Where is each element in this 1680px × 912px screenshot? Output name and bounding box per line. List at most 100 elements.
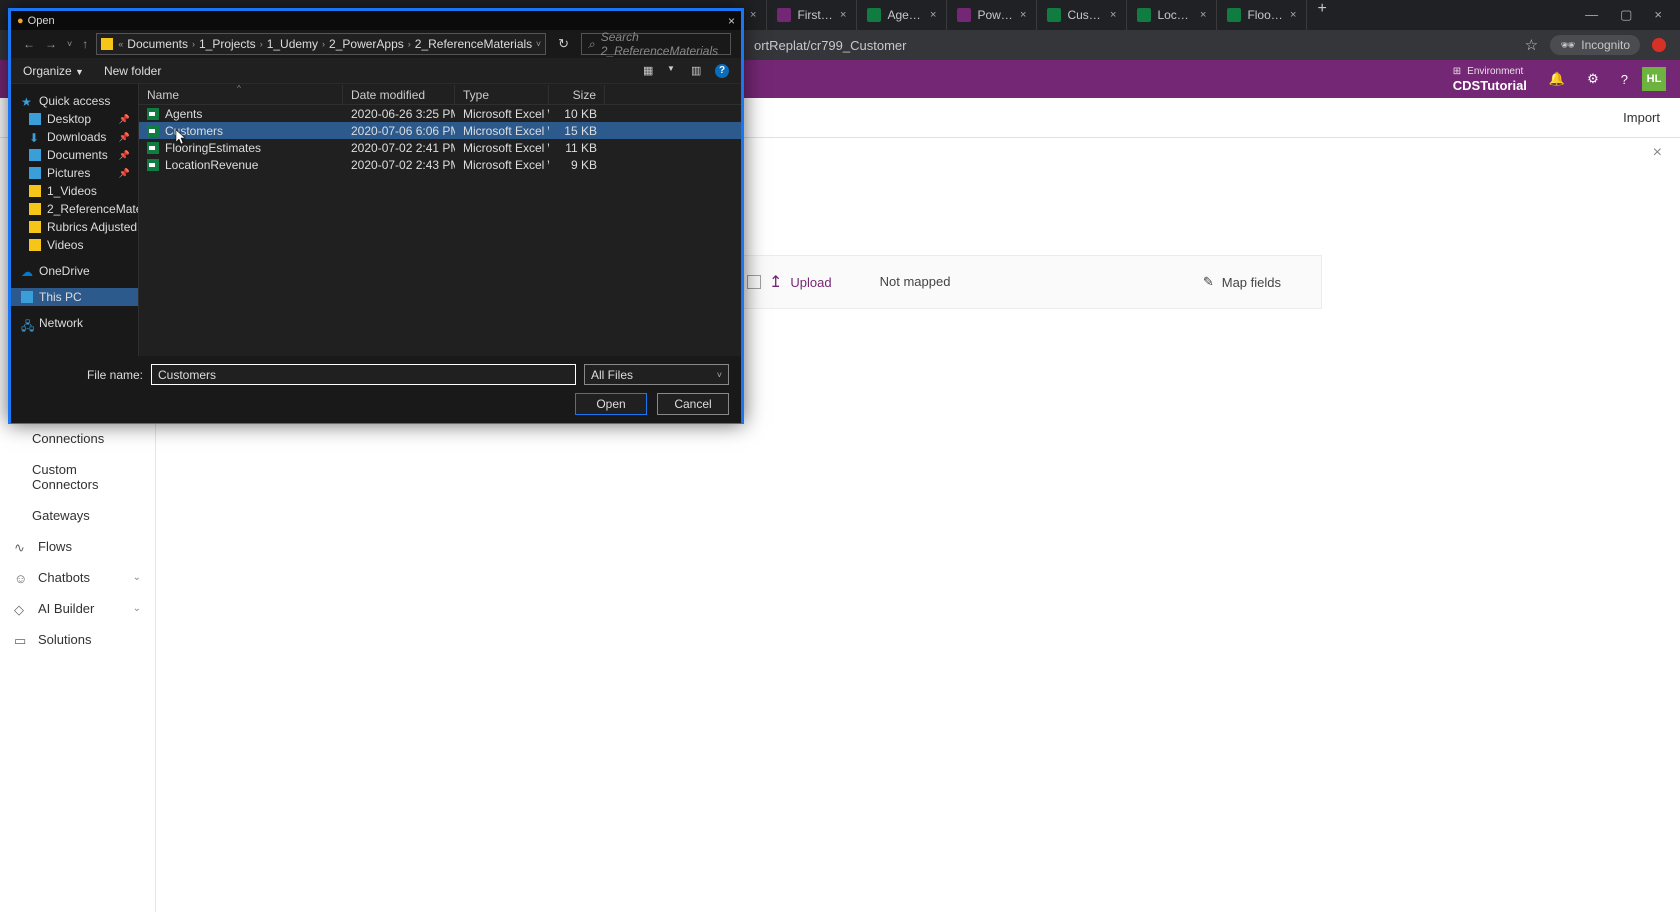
window-minimize-button[interactable]: — bbox=[1585, 7, 1598, 23]
sidebar-label: Quick access bbox=[39, 94, 110, 108]
breadcrumb-bar[interactable]: « Documents› 1_Projects› 1_Udemy› 2_Powe… bbox=[96, 33, 546, 55]
extension-icon[interactable] bbox=[1652, 38, 1666, 52]
breadcrumb-item[interactable]: 1_Udemy bbox=[264, 37, 321, 51]
sidebar-network[interactable]: 🖧Network bbox=[11, 314, 138, 332]
sidebar-label: Videos bbox=[47, 238, 83, 252]
sidebar-quick-access[interactable]: ★Quick access bbox=[11, 92, 138, 110]
browser-tab[interactable]: FlooringE × bbox=[1217, 0, 1307, 30]
nav-forward-button[interactable]: → bbox=[43, 37, 59, 51]
tab-close-icon[interactable]: × bbox=[1200, 9, 1206, 21]
downloads-icon: ⬇ bbox=[29, 131, 41, 143]
browser-tab[interactable]: FirstApp1× bbox=[767, 0, 857, 30]
breadcrumb-item[interactable]: Documents bbox=[124, 37, 191, 51]
file-row[interactable]: Agents 2020-06-26 3:25 PM Microsoft Exce… bbox=[139, 105, 741, 122]
tab-close-icon[interactable]: × bbox=[840, 9, 846, 21]
new-folder-button[interactable]: New folder bbox=[104, 64, 161, 78]
pin-icon: 📌 bbox=[119, 150, 130, 161]
onedrive-icon: ☁ bbox=[21, 265, 33, 277]
powerapps-icon bbox=[777, 8, 791, 22]
nav-chatbots[interactable]: ☺Chatbots⌄ bbox=[0, 562, 155, 593]
sidebar-folder[interactable]: 1_Videos bbox=[11, 182, 138, 200]
file-name: LocationRevenue bbox=[165, 158, 258, 172]
tab-close-icon[interactable]: × bbox=[1110, 9, 1116, 21]
upload-checkbox[interactable] bbox=[747, 275, 761, 289]
dialog-close-button[interactable]: × bbox=[728, 14, 735, 28]
window-maximize-button[interactable]: ▢ bbox=[1620, 7, 1632, 23]
file-type-filter[interactable]: All Files˅ bbox=[584, 364, 729, 385]
browser-tab[interactable]: Customer× bbox=[1037, 0, 1127, 30]
sidebar-folder[interactable]: Rubrics Adjusted bbox=[11, 218, 138, 236]
help-icon[interactable]: ? bbox=[1621, 72, 1628, 87]
browser-tab[interactable]: × bbox=[740, 0, 767, 30]
user-avatar[interactable]: HL bbox=[1642, 67, 1666, 91]
nav-gateways[interactable]: Gateways bbox=[0, 500, 155, 531]
help-button[interactable]: ? bbox=[715, 64, 729, 78]
nav-flows[interactable]: ∿Flows bbox=[0, 531, 155, 562]
new-tab-button[interactable]: + bbox=[1307, 0, 1336, 30]
tab-label: FlooringE bbox=[1247, 8, 1284, 22]
preview-pane-button[interactable]: ▥ bbox=[691, 64, 705, 78]
nav-solutions[interactable]: ▭Solutions bbox=[0, 624, 155, 655]
map-fields-link[interactable]: ✎ Map fields bbox=[1203, 274, 1321, 290]
folder-icon bbox=[29, 185, 41, 197]
sidebar-folder[interactable]: 2_ReferenceMateria bbox=[11, 200, 138, 218]
nav-ai-builder[interactable]: ◇AI Builder⌄ bbox=[0, 593, 155, 624]
organize-menu[interactable]: Organize ▼ bbox=[23, 64, 84, 78]
tab-close-icon[interactable]: × bbox=[750, 9, 756, 21]
sidebar-this-pc[interactable]: This PC bbox=[11, 288, 138, 306]
file-row[interactable]: Customers 2020-07-06 6:06 PM Microsoft E… bbox=[139, 122, 741, 139]
nav-connections[interactable]: Connections bbox=[0, 423, 155, 454]
filename-input[interactable] bbox=[151, 364, 576, 385]
sidebar-desktop[interactable]: Desktop📌 bbox=[11, 110, 138, 128]
settings-gear-icon[interactable]: ⚙ bbox=[1587, 71, 1599, 87]
browser-tab[interactable]: PowerApp× bbox=[947, 0, 1037, 30]
view-dropdown-button[interactable]: ▼ bbox=[667, 64, 681, 78]
dialog-toolbar: Organize ▼ New folder ▦ ▼ ▥ ? bbox=[11, 58, 741, 84]
column-header-name[interactable]: Name bbox=[139, 85, 343, 104]
environment-picker[interactable]: ⊞Environment CDSTutorial bbox=[1453, 65, 1527, 93]
nav-up-button[interactable]: ↑ bbox=[80, 37, 90, 51]
upload-link[interactable]: Upload bbox=[790, 275, 831, 290]
file-row[interactable]: LocationRevenue 2020-07-02 2:43 PM Micro… bbox=[139, 156, 741, 173]
tab-close-icon[interactable]: × bbox=[930, 9, 936, 21]
nav-back-button[interactable]: ← bbox=[21, 37, 37, 51]
excel-icon bbox=[1047, 8, 1061, 22]
breadcrumb-item[interactable]: 2_PowerApps bbox=[326, 37, 407, 51]
file-size: 10 KB bbox=[549, 105, 605, 122]
browser-tab[interactable]: Agents.xls × bbox=[857, 0, 947, 30]
nav-recent-button[interactable]: ˅ bbox=[65, 39, 74, 49]
window-close-button[interactable]: × bbox=[1654, 7, 1662, 23]
filename-label: File name: bbox=[23, 368, 143, 382]
notifications-icon[interactable]: 🔔 bbox=[1549, 71, 1565, 87]
folder-search-input[interactable]: ⌕ Search 2_ReferenceMaterials bbox=[581, 33, 731, 55]
sidebar-folder[interactable]: Videos bbox=[11, 236, 138, 254]
import-button[interactable]: Import bbox=[1623, 110, 1660, 125]
panel-close-icon[interactable]: × bbox=[1653, 144, 1662, 162]
tab-close-icon[interactable]: × bbox=[1020, 9, 1026, 21]
column-header-date[interactable]: Date modified bbox=[343, 85, 455, 104]
browser-tab[interactable]: LocationR× bbox=[1127, 0, 1217, 30]
bookmark-star-icon[interactable]: ☆ bbox=[1525, 36, 1538, 54]
view-mode-button[interactable]: ▦ bbox=[643, 64, 657, 78]
map-fields-label: Map fields bbox=[1222, 275, 1281, 290]
breadcrumb-item[interactable]: 2_ReferenceMaterials bbox=[412, 37, 535, 51]
file-row[interactable]: FlooringEstimates 2020-07-02 2:41 PM Mic… bbox=[139, 139, 741, 156]
open-button[interactable]: Open bbox=[575, 393, 647, 415]
breadcrumb-dropdown-icon[interactable]: ˅ bbox=[536, 39, 541, 49]
column-header-size[interactable]: Size bbox=[549, 85, 605, 104]
sidebar-downloads[interactable]: ⬇Downloads📌 bbox=[11, 128, 138, 146]
refresh-button[interactable]: ↻ bbox=[552, 36, 575, 52]
cancel-button[interactable]: Cancel bbox=[657, 393, 729, 415]
tab-close-icon[interactable]: × bbox=[1290, 9, 1296, 21]
header-actions: 🔔 ⚙ ? bbox=[1549, 71, 1628, 87]
column-header-type[interactable]: Type bbox=[455, 85, 549, 104]
sidebar-onedrive[interactable]: ☁OneDrive bbox=[11, 262, 138, 280]
file-type: Microsoft Excel W... bbox=[455, 105, 549, 122]
nav-custom-connectors[interactable]: Custom Connectors bbox=[0, 454, 155, 500]
folder-icon bbox=[101, 38, 113, 50]
tab-label: Agents.xls bbox=[887, 8, 924, 22]
sidebar-documents[interactable]: Documents📌 bbox=[11, 146, 138, 164]
url-fragment[interactable]: ortReplat/cr799_Customer bbox=[754, 38, 906, 53]
sidebar-pictures[interactable]: Pictures📌 bbox=[11, 164, 138, 182]
breadcrumb-item[interactable]: 1_Projects bbox=[196, 37, 259, 51]
